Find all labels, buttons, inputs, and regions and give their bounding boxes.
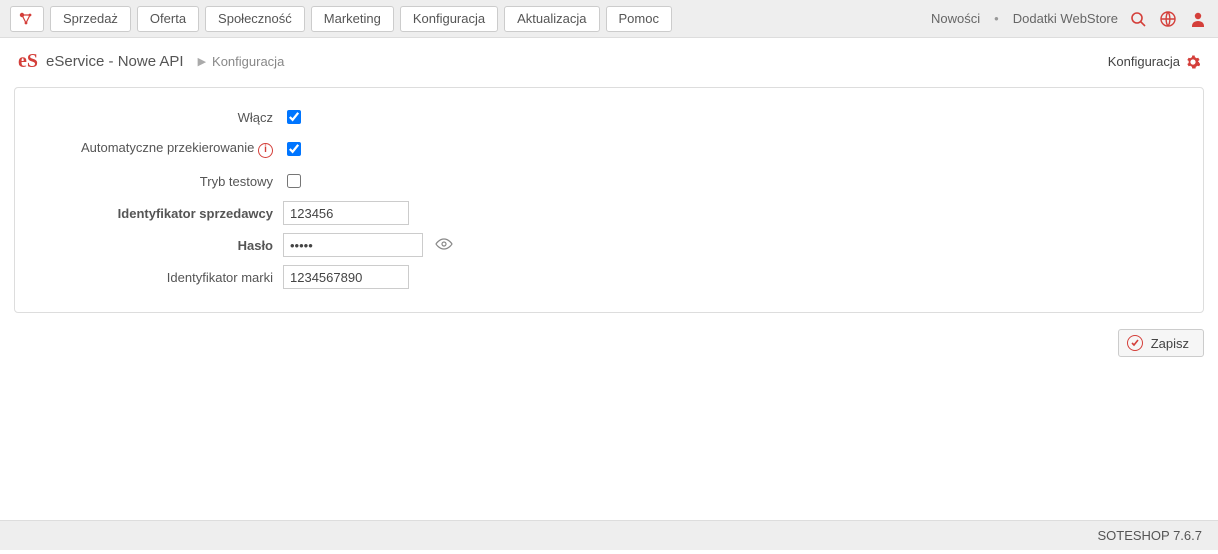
- label-auto-redirect-text: Automatyczne przekierowanie: [81, 140, 254, 155]
- globe-icon[interactable]: [1158, 9, 1178, 29]
- input-brand-id[interactable]: [283, 265, 409, 289]
- breadcrumb-sub: Konfiguracja: [212, 54, 284, 69]
- info-icon[interactable]: i: [258, 143, 273, 158]
- menu-item-marketing[interactable]: Marketing: [311, 6, 394, 32]
- topbar-right: Nowości • Dodatki WebStore: [931, 9, 1208, 29]
- page-title: eService - Nowe API: [46, 53, 184, 70]
- check-circle-icon: [1127, 335, 1143, 351]
- input-password[interactable]: [283, 233, 423, 257]
- checkbox-enable[interactable]: [287, 110, 301, 124]
- row-enable: Włącz: [31, 102, 1187, 132]
- label-test-mode: Tryb testowy: [31, 174, 283, 189]
- menu-item-konfiguracja[interactable]: Konfiguracja: [400, 6, 498, 32]
- menu-item-spolecznosc[interactable]: Społeczność: [205, 6, 305, 32]
- gear-icon[interactable]: [1186, 55, 1200, 69]
- actions-row: Zapisz: [0, 323, 1218, 357]
- menu-item-oferta[interactable]: Oferta: [137, 6, 199, 32]
- row-auto-redirect: Automatyczne przekierowanie i: [31, 134, 1187, 164]
- breadcrumb: eS eService - Nowe API ▶ Konfiguracja Ko…: [0, 38, 1218, 83]
- logo-icon: [18, 11, 36, 27]
- label-password: Hasło: [31, 238, 283, 253]
- search-icon[interactable]: [1128, 9, 1148, 29]
- input-merchant-id[interactable]: [283, 201, 409, 225]
- eye-icon[interactable]: [435, 238, 453, 253]
- menu-item-pomoc[interactable]: Pomoc: [606, 6, 672, 32]
- menu-item-sprzedaz[interactable]: Sprzedaż: [50, 6, 131, 32]
- label-auto-redirect: Automatyczne przekierowanie i: [31, 140, 283, 158]
- footer: SOTESHOP 7.6.7: [0, 520, 1218, 550]
- save-label: Zapisz: [1151, 336, 1189, 351]
- checkbox-auto-redirect[interactable]: [287, 142, 301, 156]
- menu-item-aktualizacja[interactable]: Aktualizacja: [504, 6, 599, 32]
- separator-dot: •: [990, 11, 1003, 26]
- webstore-link[interactable]: Dodatki WebStore: [1013, 11, 1118, 26]
- user-icon[interactable]: [1188, 9, 1208, 29]
- label-brand-id: Identyfikator marki: [31, 270, 283, 285]
- topbar: Sprzedaż Oferta Społeczność Marketing Ko…: [0, 0, 1218, 38]
- checkbox-test-mode[interactable]: [287, 174, 301, 188]
- label-enable: Włącz: [31, 110, 283, 125]
- footer-text: SOTESHOP 7.6.7: [1097, 528, 1202, 543]
- breadcrumb-right: Konfiguracja: [1108, 54, 1200, 69]
- row-password: Hasło: [31, 230, 1187, 260]
- logo-button[interactable]: [10, 6, 44, 32]
- row-test-mode: Tryb testowy: [31, 166, 1187, 196]
- news-link[interactable]: Nowości: [931, 11, 980, 26]
- row-merchant-id: Identyfikator sprzedawcy: [31, 198, 1187, 228]
- module-badge: eS: [18, 50, 38, 73]
- chevron-right-icon: ▶: [198, 55, 206, 68]
- config-panel: Włącz Automatyczne przekierowanie i Tryb…: [14, 87, 1204, 313]
- save-button[interactable]: Zapisz: [1118, 329, 1204, 357]
- config-label: Konfiguracja: [1108, 54, 1180, 69]
- row-brand-id: Identyfikator marki: [31, 262, 1187, 292]
- label-merchant-id: Identyfikator sprzedawcy: [31, 206, 283, 221]
